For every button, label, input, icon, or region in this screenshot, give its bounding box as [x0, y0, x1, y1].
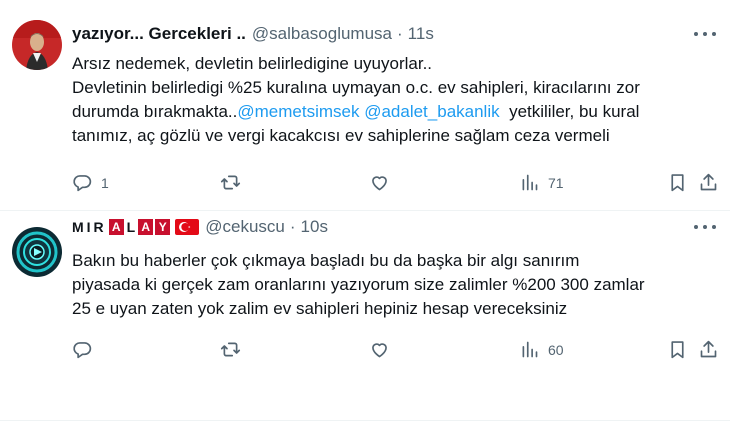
tweet-line: Bakın bu haberler çok çıkmaya başladı bu… — [72, 251, 580, 270]
tweet-line: 25 e uyan zaten yok zalim ev sahipleri h… — [72, 299, 568, 318]
user-handle[interactable]: @salbasoglumusa — [252, 24, 392, 44]
bookmark-button[interactable] — [667, 339, 688, 360]
tweet-header: yazıyor... Gercekleri .. @salbasoglumusa… — [72, 24, 434, 44]
retweet-icon — [220, 175, 241, 190]
view-count: 71 — [548, 174, 564, 191]
tweet-line-text: yetkililer, bu kural — [509, 102, 640, 121]
reply-icon — [73, 342, 92, 359]
turkey-flag-icon — [175, 219, 200, 235]
reply-icon — [73, 175, 92, 192]
reply-count: 1 — [101, 174, 109, 191]
tweet-1[interactable]: yazıyor... Gercekleri .. @salbasoglumusa… — [0, 0, 730, 211]
bookmark-button[interactable] — [667, 172, 688, 193]
heart-icon — [372, 176, 387, 191]
tweet-line: Devletinin belirledigi %25 kuralına uyma… — [72, 78, 640, 97]
tweet-header: MIR A L A Y C @cekuscu · 10s — [72, 217, 328, 237]
tweet-line: piyasada ki gerçek zam oranlarını yazıyo… — [72, 275, 645, 294]
views-icon — [522, 174, 538, 191]
display-name[interactable]: MIR A L A Y C — [72, 219, 200, 235]
tweet-line: durumda bırakmakta..@memetsimsek @adalet… — [72, 100, 712, 124]
tweet-2[interactable]: MIR A L A Y C @cekuscu · 10s Bakın bu ha… — [0, 211, 730, 421]
more-icon[interactable] — [694, 223, 716, 231]
like-button[interactable] — [369, 339, 398, 360]
display-name[interactable]: yazıyor... Gercekleri .. — [72, 24, 246, 44]
avatar[interactable] — [12, 227, 62, 277]
retweet-button[interactable] — [220, 339, 249, 360]
more-icon[interactable] — [694, 30, 716, 38]
tweet-line: Arsız nedemek, devletin belirledigine uy… — [72, 54, 433, 73]
bookmark-icon — [671, 174, 684, 192]
tweet-line: tanımız, aç gözlü ve vergi kacakcısı ev … — [72, 126, 610, 145]
tweet-text: Bakın bu haberler çok çıkmaya başladı bu… — [72, 249, 712, 321]
display-name-part: A — [138, 219, 154, 235]
tweet-line-text: durumda bırakmakta.. — [72, 102, 238, 121]
display-name-part: MIR — [72, 219, 107, 235]
views-icon — [522, 341, 538, 358]
timestamp[interactable]: 10s — [301, 217, 328, 237]
avatar[interactable] — [12, 20, 62, 70]
display-name-part: A — [108, 219, 124, 235]
retweet-icon — [220, 342, 241, 357]
mention-link[interactable]: @adalet_bakanlik — [364, 102, 499, 121]
action-bar: 60 — [72, 339, 720, 363]
heart-icon — [372, 343, 387, 358]
views-button[interactable]: 60 — [519, 339, 564, 360]
action-bar: 1 71 — [72, 172, 720, 196]
share-icon — [700, 340, 717, 358]
share-icon — [700, 173, 717, 191]
retweet-button[interactable] — [220, 172, 249, 193]
separator-dot: · — [289, 217, 296, 236]
view-count: 60 — [548, 341, 564, 358]
timestamp[interactable]: 11s — [408, 24, 434, 44]
display-name-part: Y — [155, 219, 171, 235]
views-button[interactable]: 71 — [519, 172, 564, 193]
reply-button[interactable] — [72, 339, 101, 360]
share-button[interactable] — [698, 339, 719, 360]
reply-button[interactable]: 1 — [72, 172, 109, 193]
user-handle[interactable]: @cekuscu — [205, 217, 285, 237]
share-button[interactable] — [698, 172, 719, 193]
like-button[interactable] — [369, 172, 398, 193]
bookmark-icon — [671, 341, 684, 359]
display-name-part: L — [126, 219, 136, 235]
tweet-text: Arsız nedemek, devletin belirledigine uy… — [72, 52, 712, 148]
separator-dot: · — [397, 24, 403, 43]
mention-link[interactable]: @memetsimsek — [237, 102, 359, 121]
